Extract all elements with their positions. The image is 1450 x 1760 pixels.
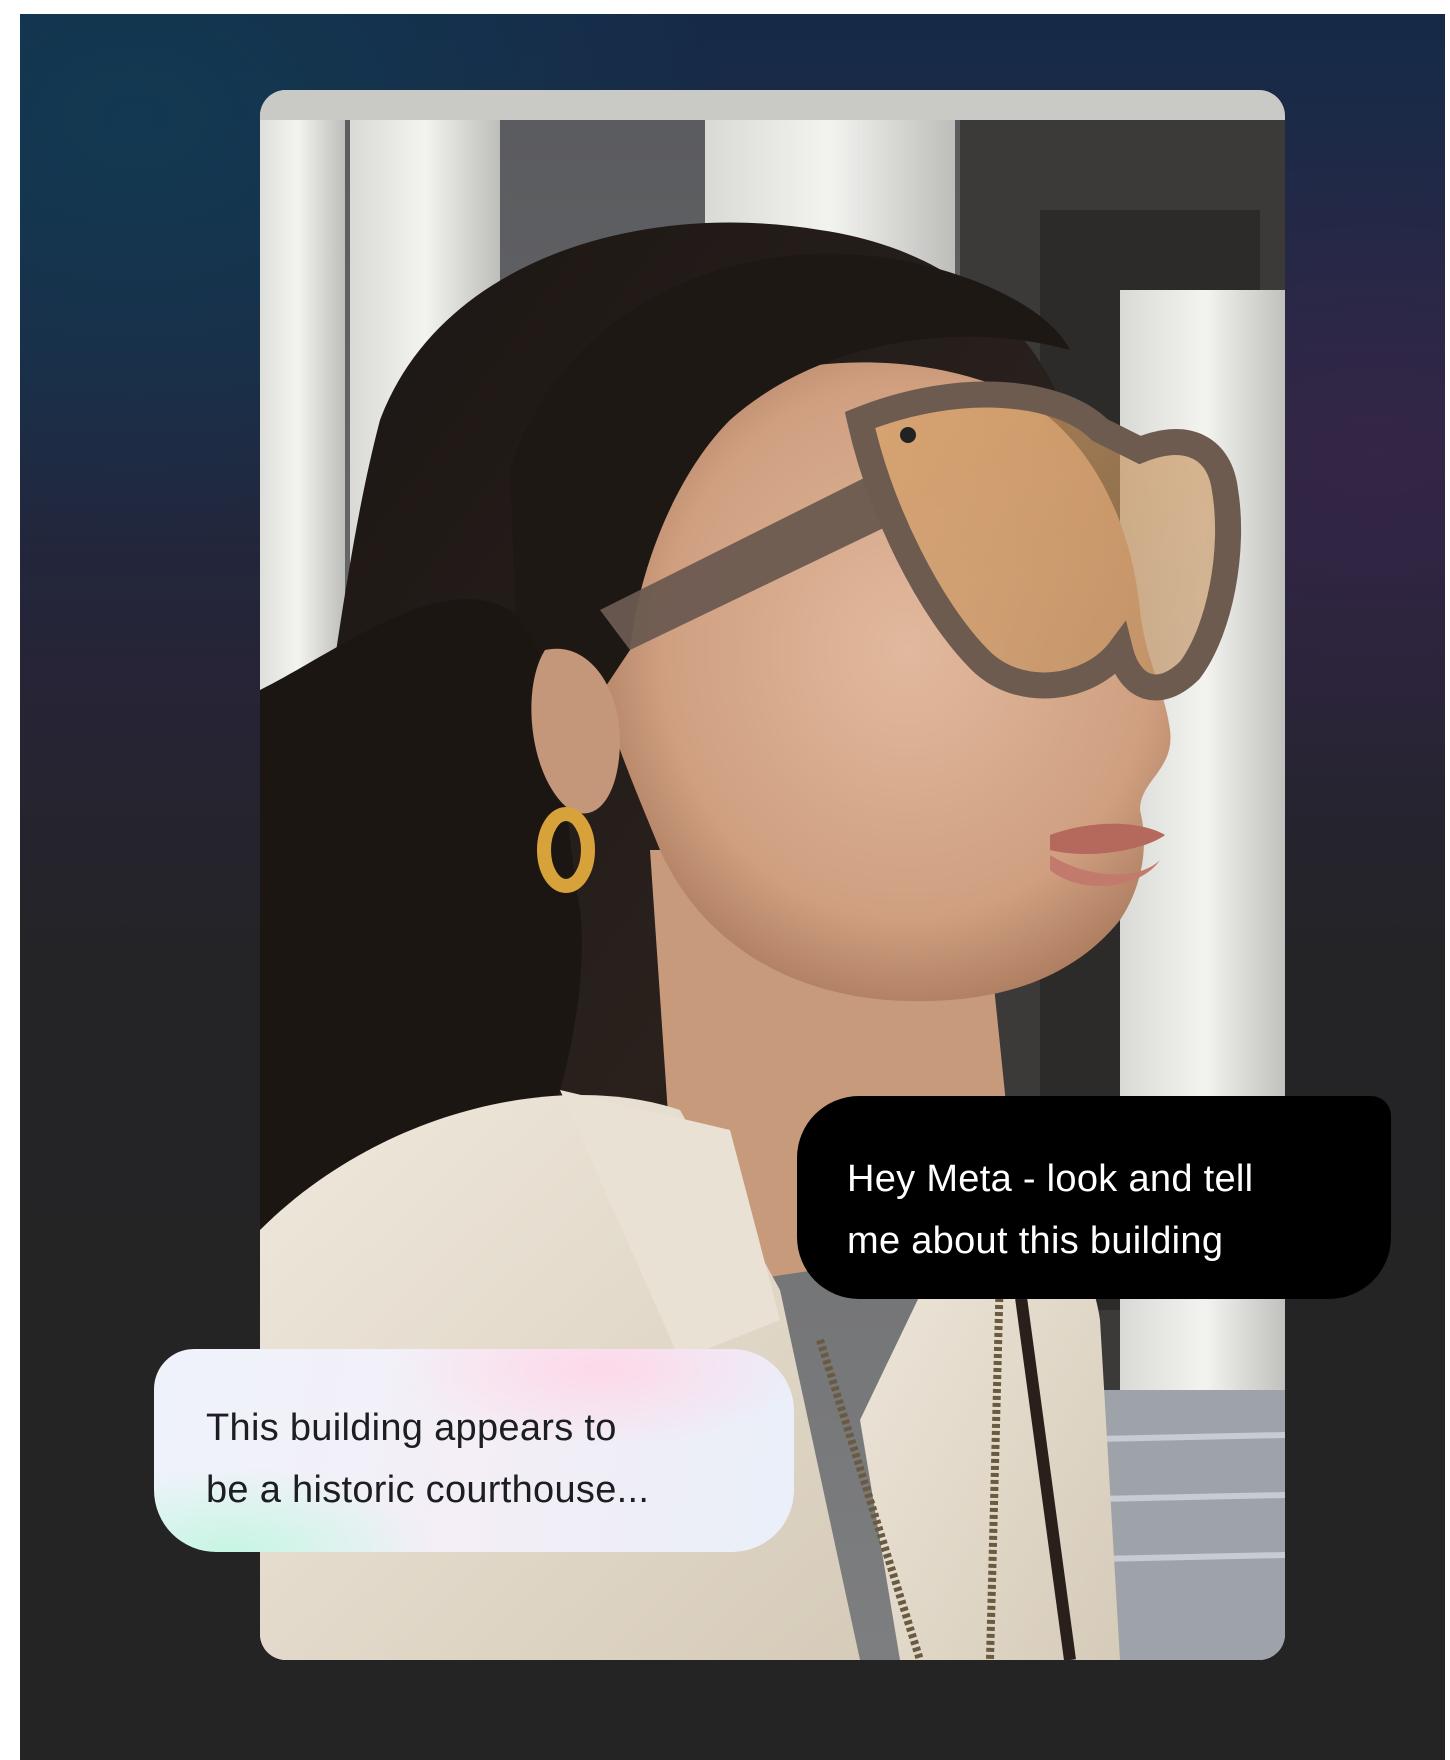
assistant-message-line-2: be a historic courthouse... (206, 1469, 650, 1511)
user-message-line-1: Hey Meta - look and tell (847, 1158, 1254, 1200)
user-message-line-2: me about this building (847, 1220, 1224, 1262)
assistant-message-text: This building appears to be a historic c… (206, 1397, 766, 1521)
promo-panel: Hey Meta - look and tell me about this b… (20, 14, 1445, 1760)
assistant-message-line-1: This building appears to (206, 1407, 617, 1449)
user-message-bubble: Hey Meta - look and tell me about this b… (797, 1096, 1391, 1299)
assistant-message-bubble: This building appears to be a historic c… (154, 1349, 794, 1552)
user-message-text: Hey Meta - look and tell me about this b… (847, 1148, 1367, 1272)
